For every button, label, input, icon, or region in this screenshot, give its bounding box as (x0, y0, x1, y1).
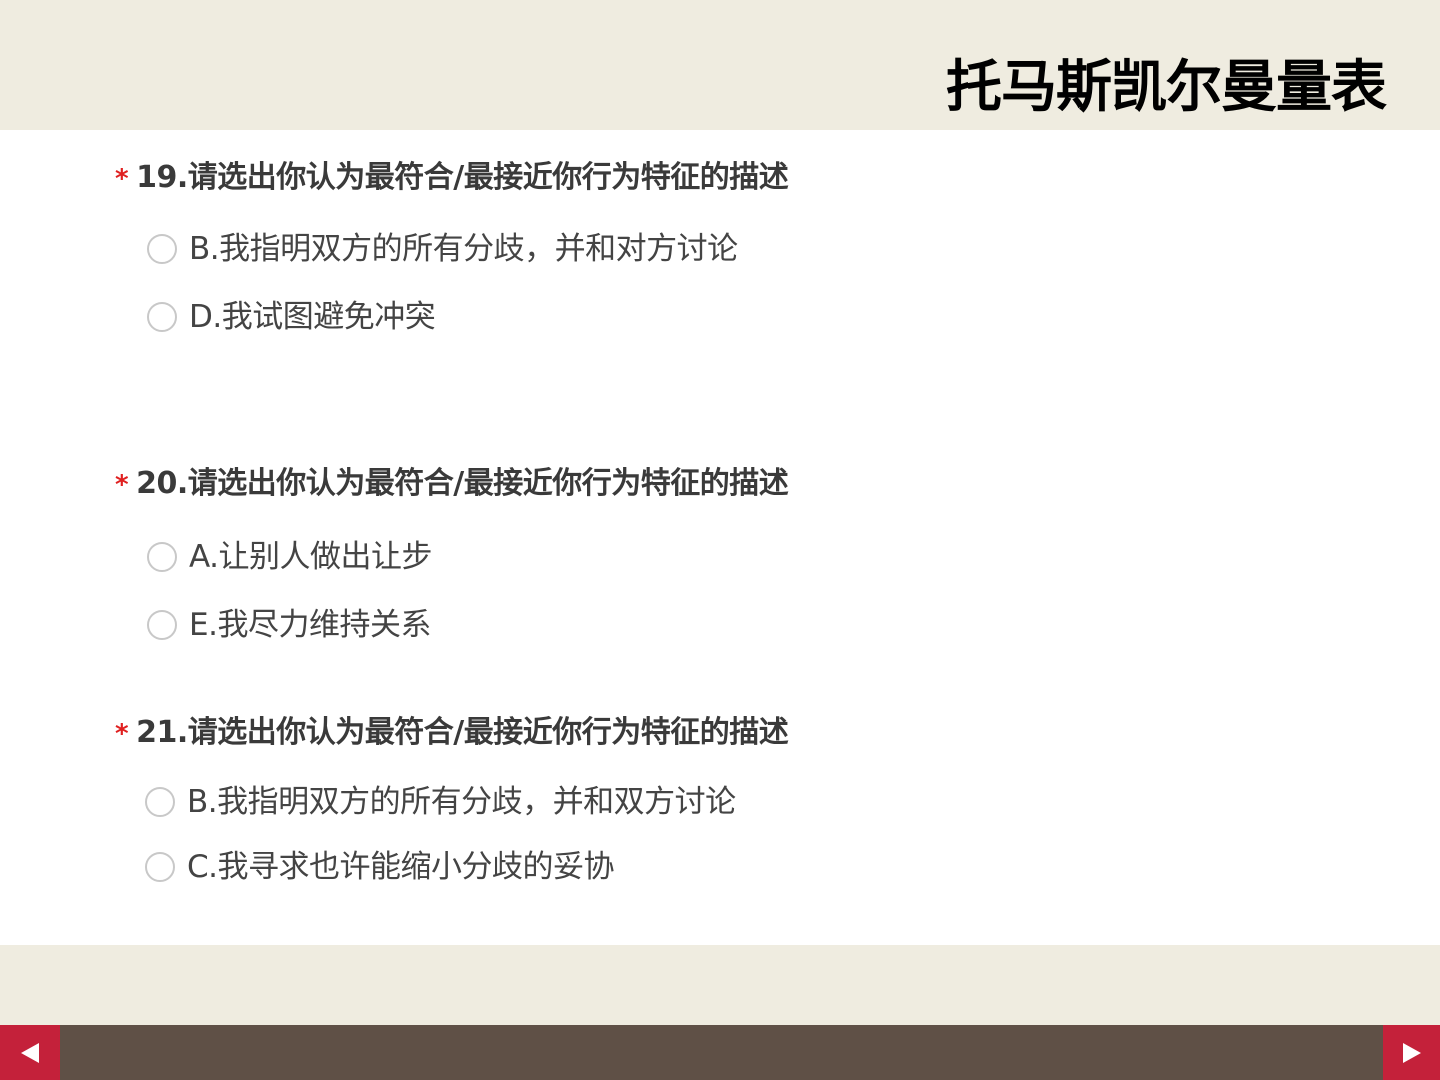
option-label: B.我指明双方的所有分歧，并和双方讨论 (187, 784, 736, 820)
footer-band (0, 945, 1440, 1025)
bottom-bar (0, 1025, 1440, 1080)
option-21-b[interactable]: B.我指明双方的所有分歧，并和双方讨论 (145, 782, 736, 822)
question-text: 21.请选出你认为最符合/最接近你行为特征的描述 (136, 715, 789, 750)
radio-button[interactable] (145, 852, 175, 882)
next-slide-button[interactable] (1383, 1025, 1440, 1080)
radio-button[interactable] (147, 234, 177, 264)
radio-button[interactable] (145, 787, 175, 817)
option-20-e[interactable]: E.我尽力维持关系 (147, 605, 431, 645)
option-19-b[interactable]: B.我指明双方的所有分歧，并和对方讨论 (147, 229, 738, 269)
option-label: D.我试图避免冲突 (189, 299, 436, 335)
radio-button[interactable] (147, 610, 177, 640)
required-star: * (115, 164, 129, 194)
option-20-a[interactable]: A.让别人做出让步 (147, 537, 433, 577)
option-19-d[interactable]: D.我试图避免冲突 (147, 297, 436, 337)
question-text: 20.请选出你认为最符合/最接近你行为特征的描述 (136, 466, 789, 501)
slide-header: 托马斯凯尔曼量表 (0, 0, 1440, 130)
question-title: * 21.请选出你认为最符合/最接近你行为特征的描述 (115, 713, 789, 754)
option-label: C.我寻求也许能缩小分歧的妥协 (187, 849, 615, 885)
option-21-c[interactable]: C.我寻求也许能缩小分歧的妥协 (145, 847, 615, 887)
option-label: E.我尽力维持关系 (189, 607, 431, 643)
option-label: B.我指明双方的所有分歧，并和对方讨论 (189, 231, 738, 267)
option-label: A.让别人做出让步 (189, 539, 433, 575)
required-star: * (115, 719, 129, 749)
previous-slide-button[interactable] (0, 1025, 60, 1080)
radio-button[interactable] (147, 542, 177, 572)
survey-content: * 19.请选出你认为最符合/最接近你行为特征的描述 B.我指明双方的所有分歧，并… (0, 130, 1440, 945)
slide-title: 托马斯凯尔曼量表 (946, 55, 1387, 120)
required-star: * (115, 470, 129, 500)
question-title: * 20.请选出你认为最符合/最接近你行为特征的描述 (115, 464, 789, 505)
question-text: 19.请选出你认为最符合/最接近你行为特征的描述 (136, 160, 789, 195)
question-title: * 19.请选出你认为最符合/最接近你行为特征的描述 (115, 158, 789, 199)
triangle-right-icon (1402, 1042, 1421, 1063)
triangle-left-icon (21, 1042, 39, 1063)
radio-button[interactable] (147, 302, 177, 332)
